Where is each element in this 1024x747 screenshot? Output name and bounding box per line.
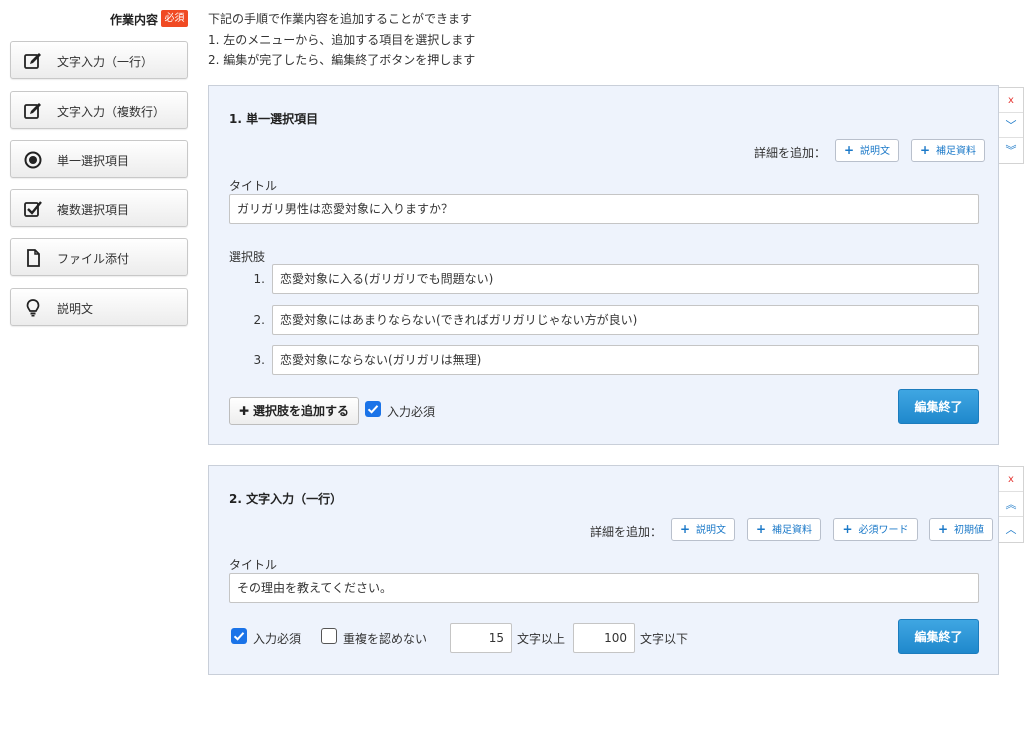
sidebar-item-label: 文字入力（複数行）	[57, 105, 166, 119]
required-checkbox[interactable]	[365, 401, 381, 417]
sidebar-item-label: ファイル添付	[57, 252, 130, 266]
choice-number: 2.	[253, 313, 265, 327]
item-panel-single-choice: 1. 単一選択項目 詳細を追加： + 説明文 + 補足資料 タイトル ガリガリ男性は…	[208, 85, 999, 445]
min-length-suffix: 文字以上	[517, 632, 566, 646]
section-label: 作業内容	[110, 13, 159, 27]
lightbulb-icon	[23, 298, 43, 318]
choices-label: 選択肢	[229, 250, 266, 264]
required-checkbox[interactable]	[231, 628, 247, 644]
radio-icon	[23, 150, 43, 170]
sidebar-item-single-choice[interactable]: 単一選択項目	[10, 140, 188, 178]
sidebar-item-label: 文字入力（一行）	[57, 55, 154, 69]
instruction-line: 1. 左のメニューから、追加する項目を選択します	[208, 32, 476, 47]
double-chevron-up-icon[interactable]: ︽	[999, 492, 1023, 517]
sidebar-item-label: 説明文	[57, 302, 94, 316]
required-label: 入力必須	[253, 632, 302, 646]
sidebar-item-label: 複数選択項目	[57, 203, 130, 217]
min-length-input[interactable]: 15	[450, 623, 512, 653]
choice-input[interactable]: 恋愛対象にならない(ガリガリは無理)	[272, 345, 979, 375]
instruction-line: 下記の手順で作業内容を追加することができます	[208, 12, 473, 26]
title-label: タイトル	[229, 179, 278, 193]
choice-number: 1.	[253, 272, 265, 286]
detail-label: 詳細を追加：	[754, 146, 827, 160]
choice-number: 3.	[253, 353, 265, 367]
close-icon[interactable]: x	[999, 467, 1023, 492]
file-icon	[23, 248, 43, 268]
add-default-value-button[interactable]: + 初期値	[929, 518, 993, 541]
double-chevron-down-icon[interactable]: ︾	[999, 138, 1023, 163]
add-required-word-button[interactable]: + 必須ワード	[833, 518, 918, 541]
no-duplicate-label: 重複を認めない	[343, 632, 428, 646]
sidebar-item-multi-choice[interactable]: 複数選択項目	[10, 189, 188, 227]
add-description-button[interactable]: + 説明文	[835, 139, 899, 162]
sidebar-item-description[interactable]: 説明文	[10, 288, 188, 326]
title-input[interactable]: その理由を教えてください。	[229, 573, 979, 603]
choice-input[interactable]: 恋愛対象にはあまりならない(できればガリガリじゃない方が良い)	[272, 305, 979, 335]
add-choice-button[interactable]: ✚ 選択肢を追加する	[229, 397, 359, 425]
finish-edit-button[interactable]: 編集終了	[898, 389, 979, 424]
instruction-line: 2. 編集が完了したら、編集終了ボタンを押します	[208, 53, 476, 67]
title-input[interactable]: ガリガリ男性は恋愛対象に入りますか？	[229, 194, 979, 224]
panel-title: 1. 単一選択項目	[229, 112, 319, 126]
sidebar-item-text-single[interactable]: 文字入力（一行）	[10, 41, 188, 79]
add-supplement-button[interactable]: + 補足資料	[911, 139, 985, 162]
plus-icon: ✚	[238, 404, 250, 418]
panel-title: 2. 文字入力（一行）	[229, 492, 343, 506]
max-length-suffix: 文字以下	[640, 632, 689, 646]
edit-icon	[23, 101, 43, 121]
chevron-down-icon[interactable]: ﹀	[999, 113, 1023, 138]
finish-edit-button[interactable]: 編集終了	[898, 619, 979, 654]
required-badge: 必須	[161, 10, 188, 27]
sidebar-item-file[interactable]: ファイル添付	[10, 238, 188, 276]
item-panel-text-single: 2. 文字入力（一行） 詳細を追加： + 説明文 + 補足資料 + 必須ワード + 初期…	[208, 465, 999, 675]
no-duplicate-checkbox[interactable]	[321, 628, 337, 644]
chevron-up-icon[interactable]: ︿	[999, 517, 1023, 542]
choice-input[interactable]: 恋愛対象に入る(ガリガリでも問題ない)	[272, 264, 979, 294]
panel2-controls: x ︽ ︿	[999, 466, 1024, 543]
close-icon[interactable]: x	[999, 88, 1023, 113]
title-label: タイトル	[229, 558, 278, 572]
edit-icon	[23, 51, 43, 71]
detail-label: 詳細を追加：	[590, 525, 663, 539]
panel1-controls: x ﹀ ︾	[999, 87, 1024, 164]
instructions: 下記の手順で作業内容を追加することができます 1. 左のメニューから、追加する項…	[208, 9, 475, 71]
required-label: 入力必須	[387, 405, 436, 419]
sidebar-item-label: 単一選択項目	[57, 154, 130, 168]
add-supplement-button[interactable]: + 補足資料	[747, 518, 821, 541]
sidebar-item-text-multi[interactable]: 文字入力（複数行）	[10, 91, 188, 129]
max-length-input[interactable]: 100	[573, 623, 635, 653]
add-description-button[interactable]: + 説明文	[671, 518, 735, 541]
checkbox-icon	[23, 199, 43, 219]
